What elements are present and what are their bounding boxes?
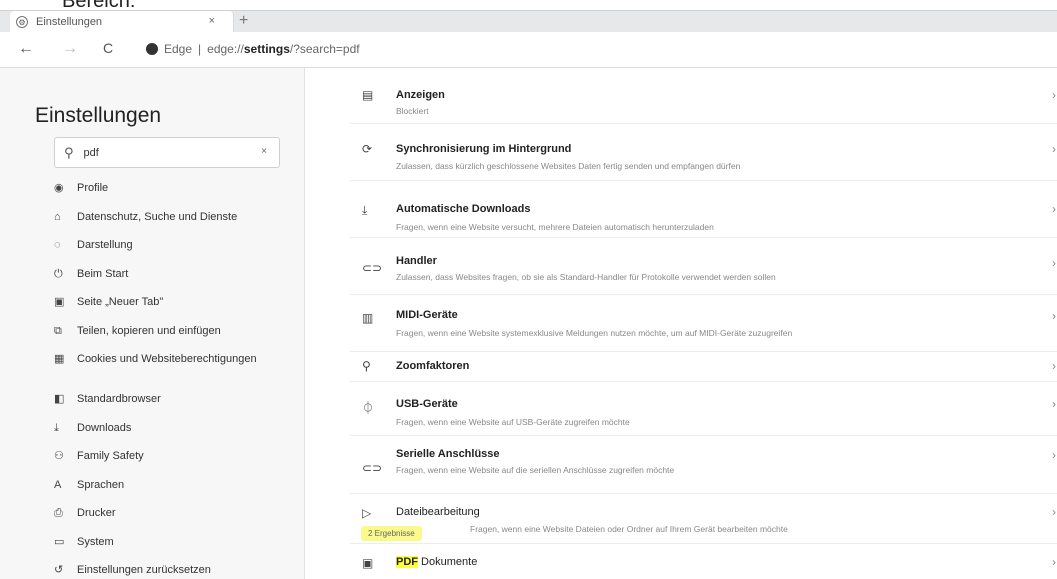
forward-button[interactable]: → xyxy=(62,40,78,58)
gear-icon: ⚙ xyxy=(16,16,28,28)
url-separator: | xyxy=(198,42,202,56)
search-icon: ⚲ xyxy=(64,144,74,160)
language-icon: A xyxy=(54,478,62,491)
new-tab-button[interactable]: + xyxy=(239,12,248,30)
sidebar-item-family[interactable]: ⚇ Family Safety xyxy=(54,448,294,477)
zoom-icon: ⚲ xyxy=(362,359,371,373)
chevron-right-icon: › xyxy=(1052,359,1056,373)
link-icon: ⊂⊃ xyxy=(362,261,383,275)
chevron-right-icon: › xyxy=(1052,505,1056,519)
clear-search-icon[interactable]: × xyxy=(261,146,267,157)
edge-logo-icon xyxy=(146,43,158,55)
setting-row-usb[interactable]: ⏀ USB-Geräte Fragen, wenn eine Website a… xyxy=(350,382,1057,436)
cookie-icon: ▦ xyxy=(54,353,65,365)
sidebar-item-default-browser[interactable]: ◧ Standardbrowser xyxy=(54,391,294,420)
setting-row-pdf[interactable]: ▣ PDF Dokumente › xyxy=(350,544,1057,579)
ads-icon: ▤ xyxy=(362,88,374,102)
setting-row-background-sync[interactable]: ⟳ Synchronisierung im Hintergrund Zulass… xyxy=(350,124,1057,181)
newtab-icon: ▣ xyxy=(54,296,65,308)
sidebar-item-startup[interactable]: ⏻ Beim Start xyxy=(54,266,294,295)
chevron-right-icon: › xyxy=(1052,256,1056,270)
setting-row-ads[interactable]: ▤ Anzeigen Blockiert › xyxy=(350,68,1057,124)
results-badge: 2 Ergebnisse xyxy=(361,526,422,541)
settings-search[interactable]: ⚲ × xyxy=(54,137,280,168)
midi-icon: ▥ xyxy=(362,311,374,325)
chevron-right-icon: › xyxy=(1052,555,1056,569)
url-suffix: /?search=pdf xyxy=(289,42,360,56)
power-icon: ⏻ xyxy=(54,267,63,280)
sidebar-item-cookies[interactable]: ▦ Cookies und Websiteberechtigungen xyxy=(54,351,294,391)
share-icon: ⧉ xyxy=(54,324,62,337)
sidebar-item-privacy[interactable]: ⌂ Datenschutz, Suche und Dienste xyxy=(54,209,294,238)
search-input[interactable] xyxy=(83,146,234,159)
family-icon: ⚇ xyxy=(54,450,64,462)
chevron-right-icon: › xyxy=(1052,88,1056,102)
setting-row-serial[interactable]: ⊂⊃ Serielle Anschlüsse Fragen, wenn eine… xyxy=(350,436,1057,494)
sidebar-title: Einstellungen xyxy=(35,104,162,127)
url-brand: Edge xyxy=(164,42,193,56)
setting-row-handler[interactable]: ⊂⊃ Handler Zulassen, dass Websites frage… xyxy=(350,238,1057,295)
setting-row-midi[interactable]: ▥ MIDI-Geräte Fragen, wenn eine Website … xyxy=(350,295,1057,352)
address-bar: ← → C Edge | edge://settings/?search=pdf xyxy=(0,32,1057,68)
sidebar-item-newtab[interactable]: ▣ Seite „Neuer Tab" xyxy=(54,294,294,323)
sidebar-menu: ◉ Profile ⌂ Datenschutz, Suche und Dienste… xyxy=(54,180,294,579)
serial-icon: ⊂⊃ xyxy=(362,461,383,475)
setting-row-file-editing[interactable]: ▷ Dateibearbeitung Fragen, wenn eine Web… xyxy=(350,494,1057,544)
chevron-right-icon: › xyxy=(1052,309,1056,323)
tab-title: Einstellungen xyxy=(36,16,103,28)
lock-icon: ⌂ xyxy=(54,210,61,223)
sidebar-item-share[interactable]: ⧉ Teilen, kopieren und einfügen xyxy=(54,323,294,352)
tab-settings[interactable]: ⚙ Einstellungen × xyxy=(10,11,234,33)
tab-bar: ⚙ Einstellungen × + xyxy=(0,10,1057,33)
system-icon: ▭ xyxy=(54,535,65,548)
printer-icon: ⎙ xyxy=(54,507,63,519)
sidebar-item-appearance[interactable]: ◌ Darstellung xyxy=(54,237,294,266)
url-bold: settings xyxy=(243,42,290,56)
sidebar-item-system[interactable]: ▭ System xyxy=(54,534,294,563)
download-icon: ⤓ xyxy=(362,203,368,217)
chevron-right-icon: › xyxy=(1052,142,1056,156)
palette-icon: ◌ xyxy=(54,239,61,251)
chevron-right-icon: › xyxy=(1052,202,1056,216)
settings-sidebar: Einstellungen ⚲ × ◉Profile ⌂Datenschutz,… xyxy=(0,68,305,579)
chevron-right-icon: › xyxy=(1052,397,1056,411)
sidebar-item-languages[interactable]: A Sprachen xyxy=(54,477,294,506)
reset-icon: ↺ xyxy=(54,564,64,576)
settings-content: ▤ Anzeigen Blockiert › ⟳ Synchronisierun… xyxy=(305,68,1057,579)
setting-row-auto-downloads[interactable]: ⤓ Automatische Downloads Fragen, wenn ei… xyxy=(350,181,1057,238)
sync-icon: ⟳ xyxy=(362,142,373,156)
sidebar-item-reset[interactable]: ↺ Einstellungen zurücksetzen xyxy=(54,562,294,579)
reload-button[interactable]: C xyxy=(103,40,113,56)
download-icon: ⤓ xyxy=(54,421,59,434)
url-prefix: edge:// xyxy=(207,42,244,56)
browser-icon: ◧ xyxy=(54,393,65,405)
pdf-icon: ▣ xyxy=(362,556,374,570)
chevron-right-icon: › xyxy=(1052,448,1056,462)
sidebar-item-printers[interactable]: ⎙ Drucker xyxy=(54,505,294,534)
sidebar-item-profile[interactable]: ◉ Profile xyxy=(54,180,294,209)
back-button[interactable]: ← xyxy=(18,40,34,58)
sidebar-item-downloads[interactable]: ⤓ Downloads xyxy=(54,420,294,449)
file-edit-icon: ▷ xyxy=(362,506,372,520)
url-field[interactable]: Edge | edge://settings/?search=pdf xyxy=(146,42,360,56)
usb-icon: ⏀ xyxy=(362,401,375,415)
tab-close-button[interactable]: × xyxy=(209,15,215,27)
search-highlight: PDF xyxy=(396,556,418,568)
person-icon: ◉ xyxy=(54,182,64,194)
setting-row-zoom[interactable]: ⚲ Zoomfaktoren › xyxy=(350,352,1057,382)
